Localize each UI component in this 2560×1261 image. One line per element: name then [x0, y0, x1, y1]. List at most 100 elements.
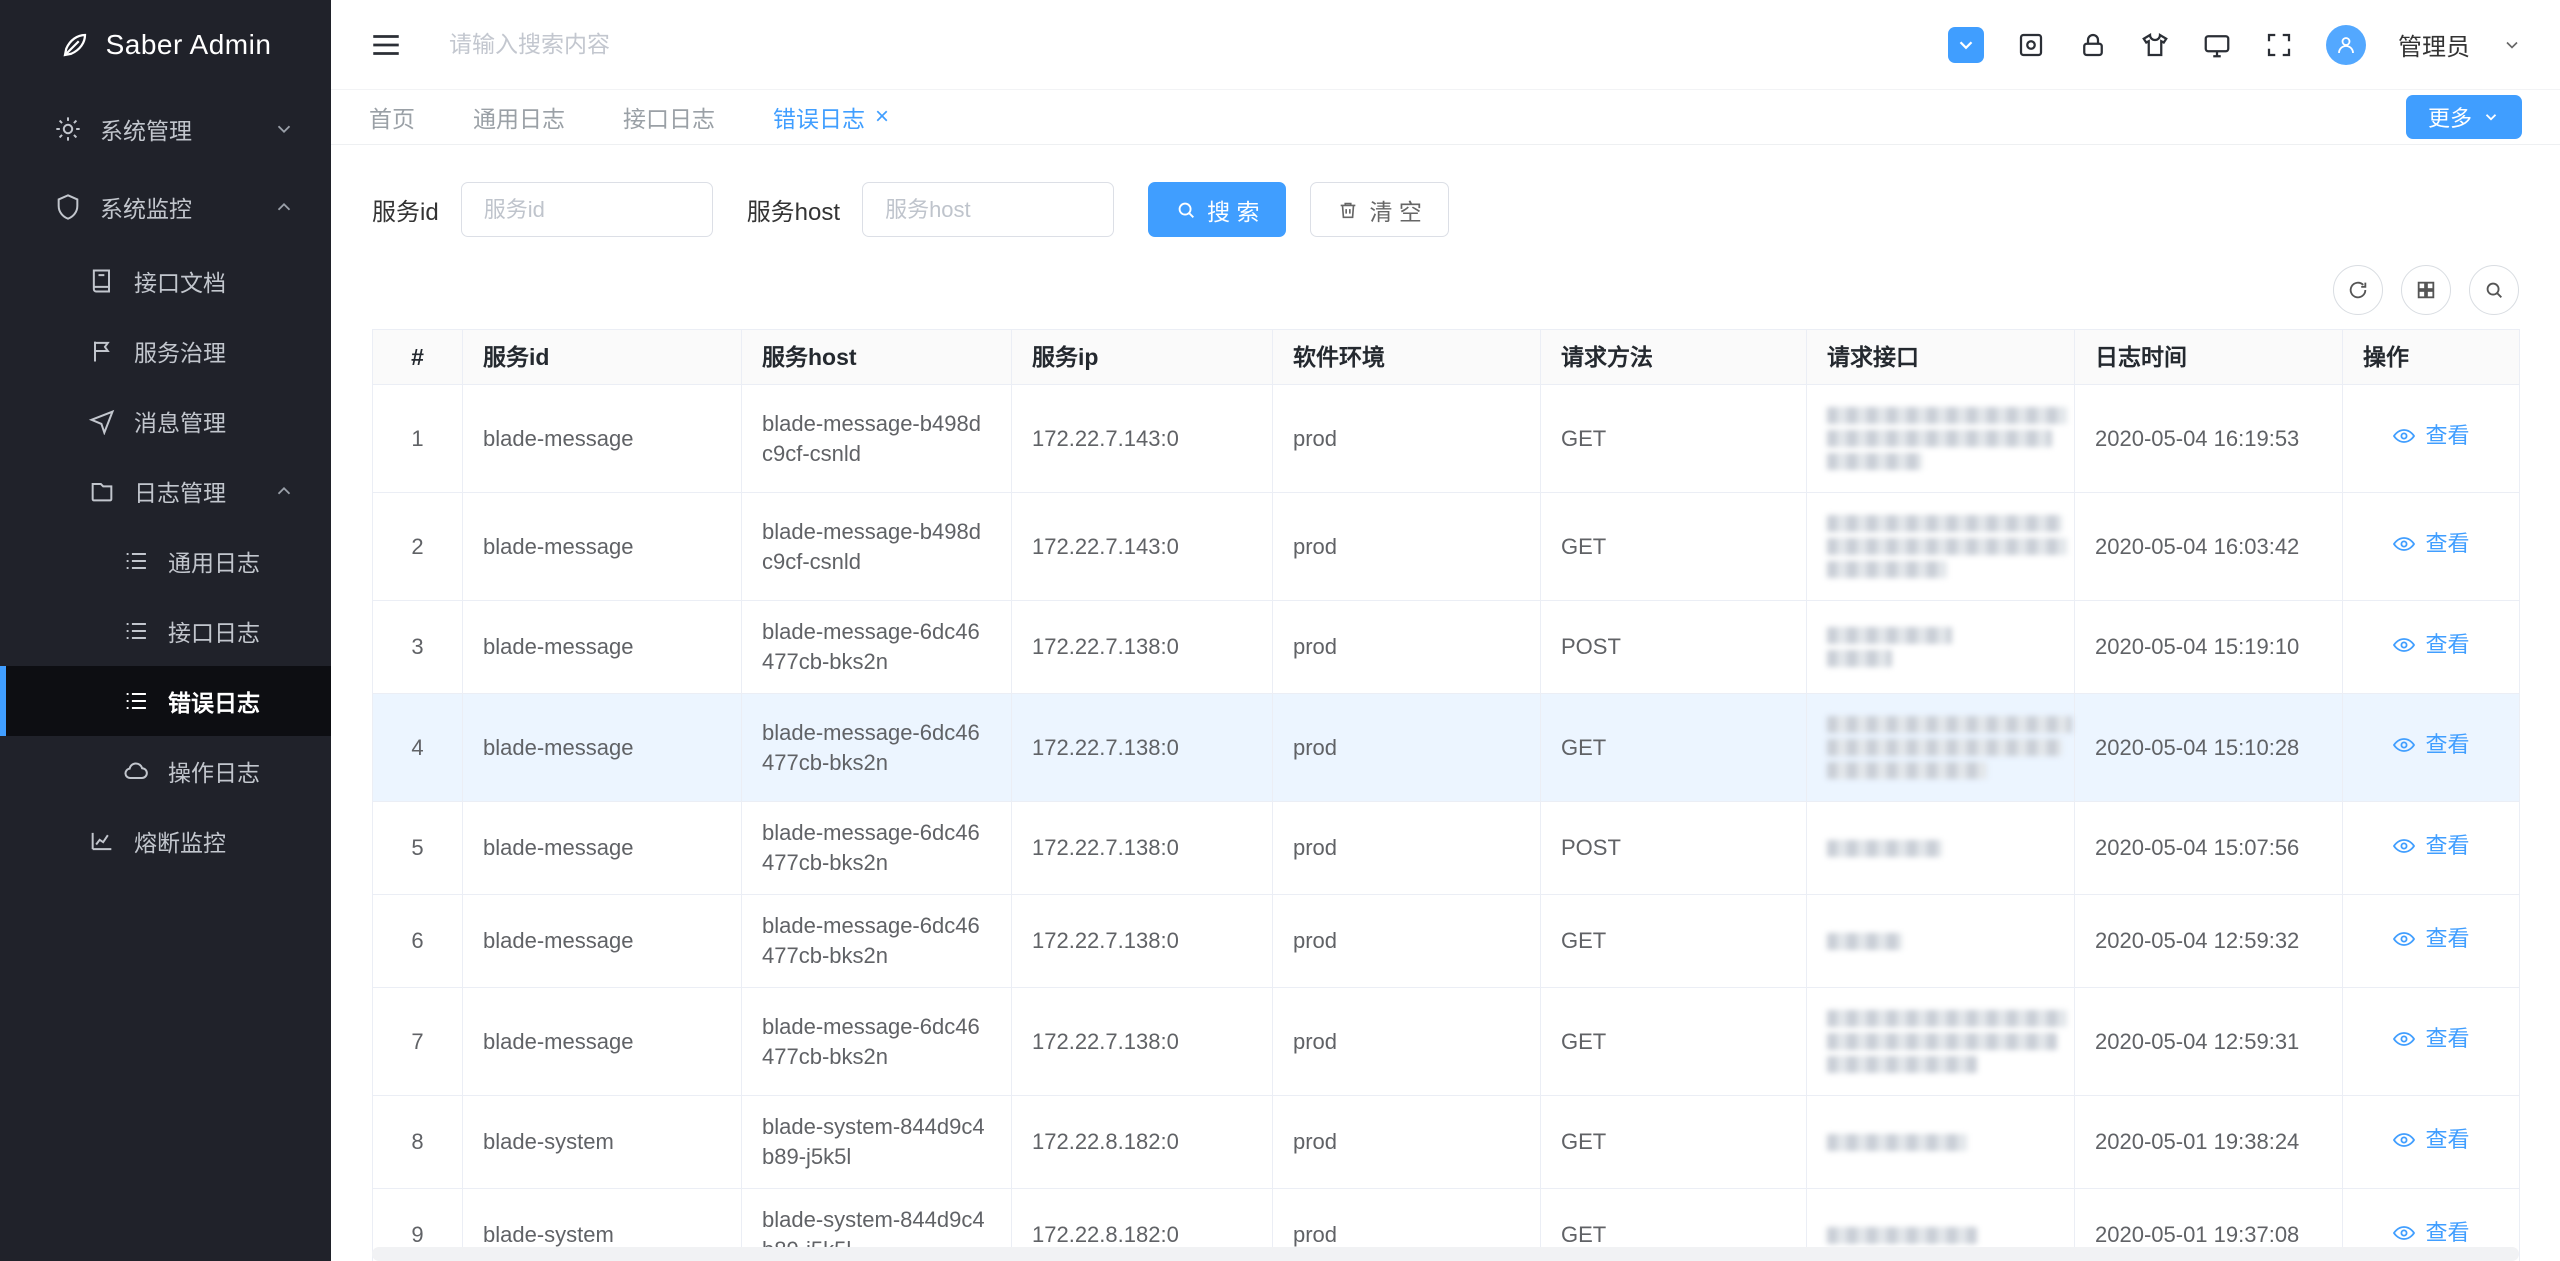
- search-toggle-button[interactable]: [2469, 265, 2519, 315]
- redacted-content: [1827, 453, 1922, 470]
- sidebar-item-label: 日志管理: [134, 474, 226, 508]
- horizontal-scrollbar[interactable]: [372, 1247, 2519, 1261]
- view-link[interactable]: 查看: [2392, 924, 2469, 954]
- table-cell: blade-message-6dc46477cb-bks2n: [742, 988, 1012, 1096]
- sidebar-item-9[interactable]: 错误日志: [0, 666, 331, 736]
- column-header: 服务id: [463, 330, 742, 385]
- table-cell: blade-message-b498dc9cf-csnld: [742, 385, 1012, 493]
- table-cell: prod: [1273, 802, 1541, 895]
- clear-button[interactable]: 清 空: [1310, 182, 1448, 237]
- redacted-content: [1827, 716, 2072, 733]
- table-row[interactable]: 6blade-messageblade-message-6dc46477cb-b…: [373, 895, 2520, 988]
- user-name[interactable]: 管理员: [2398, 27, 2470, 62]
- dropdown-badge-icon[interactable]: [1948, 27, 1984, 63]
- table-row[interactable]: 4blade-messageblade-message-6dc46477cb-b…: [373, 694, 2520, 802]
- redacted-content: [1827, 430, 2052, 447]
- topbar-actions: 管理员: [1948, 25, 2522, 65]
- table-row[interactable]: 3blade-messageblade-message-6dc46477cb-b…: [373, 601, 2520, 694]
- table-row[interactable]: 2blade-messageblade-message-b498dc9cf-cs…: [373, 493, 2520, 601]
- trash-icon: [1337, 199, 1359, 221]
- sidebar-item-label: 操作日志: [168, 754, 260, 788]
- search-input[interactable]: [449, 31, 889, 58]
- actions-cell: 查看: [2343, 694, 2520, 802]
- sidebar-item-11[interactable]: 熔断监控: [0, 806, 331, 876]
- view-link[interactable]: 查看: [2392, 1218, 2469, 1248]
- tab-close-icon[interactable]: ×: [875, 105, 889, 129]
- avatar[interactable]: [2326, 25, 2366, 65]
- column-settings-button[interactable]: [2401, 265, 2451, 315]
- app-logo[interactable]: Saber Admin: [0, 0, 331, 90]
- sidebar-item-3[interactable]: 接口文档: [0, 246, 331, 316]
- table-row[interactable]: 7blade-messageblade-message-6dc46477cb-b…: [373, 988, 2520, 1096]
- chart-icon: [88, 827, 116, 855]
- sidebar: Saber Admin 系统管理系统监控接口文档服务治理消息管理日志管理通用日志…: [0, 0, 331, 1261]
- column-header: #: [373, 330, 463, 385]
- list-icon: [122, 547, 150, 575]
- tab-1[interactable]: 首页: [369, 100, 415, 134]
- view-link[interactable]: 查看: [2392, 1125, 2469, 1155]
- table-row[interactable]: 8blade-systemblade-system-844d9c4b89-j5k…: [373, 1096, 2520, 1189]
- pen-icon: [60, 30, 90, 60]
- sidebar-item-5[interactable]: 消息管理: [0, 386, 331, 456]
- tabs-list: 首页 通用日志 接口日志 错误日志×: [369, 100, 947, 134]
- refresh-button[interactable]: [2333, 265, 2383, 315]
- more-button[interactable]: 更多: [2406, 95, 2522, 139]
- table-row[interactable]: 1blade-messageblade-message-b498dc9cf-cs…: [373, 385, 2520, 493]
- redacted-content: [1827, 627, 1952, 644]
- service-host-input[interactable]: [862, 182, 1114, 237]
- sidebar-item-2[interactable]: 系统监控: [0, 168, 331, 246]
- search-button[interactable]: 搜 索: [1148, 182, 1286, 237]
- view-link[interactable]: 查看: [2392, 730, 2469, 760]
- chevron-up-icon: [273, 480, 295, 502]
- sidebar-item-1[interactable]: 系统管理: [0, 90, 331, 168]
- table-cell: 3: [373, 601, 463, 694]
- view-link[interactable]: 查看: [2392, 630, 2469, 660]
- sidebar-item-4[interactable]: 服务治理: [0, 316, 331, 386]
- tab-label: 通用日志: [473, 100, 565, 134]
- view-link[interactable]: 查看: [2392, 1024, 2469, 1054]
- hamburger-menu-icon[interactable]: [369, 28, 403, 62]
- theme-icon[interactable]: [2140, 30, 2170, 60]
- table-cell: blade-message: [463, 385, 742, 493]
- table-cell: POST: [1541, 601, 1807, 694]
- monitor-icon[interactable]: [2202, 30, 2232, 60]
- table-cell: 172.22.7.138:0: [1012, 601, 1273, 694]
- table-cell: prod: [1273, 895, 1541, 988]
- sidebar-item-8[interactable]: 接口日志: [0, 596, 331, 666]
- view-link[interactable]: 查看: [2392, 421, 2469, 451]
- column-header: 请求方法: [1541, 330, 1807, 385]
- table-cell: prod: [1273, 601, 1541, 694]
- sidebar-item-7[interactable]: 通用日志: [0, 526, 331, 596]
- shield-icon: [54, 193, 82, 221]
- table-cell: blade-message-6dc46477cb-bks2n: [742, 601, 1012, 694]
- table-cell: POST: [1541, 802, 1807, 895]
- tab-3[interactable]: 接口日志: [623, 100, 715, 134]
- table-cell: 1: [373, 385, 463, 493]
- table-cell: 2020-05-01 19:38:24: [2075, 1096, 2343, 1189]
- sidebar-item-label: 系统监控: [100, 190, 192, 224]
- table-cell: 172.22.7.138:0: [1012, 895, 1273, 988]
- tab-2[interactable]: 通用日志: [473, 100, 565, 134]
- table-cell: blade-message: [463, 895, 742, 988]
- table-cell: 2: [373, 493, 463, 601]
- view-link[interactable]: 查看: [2392, 831, 2469, 861]
- fullscreen-icon[interactable]: [2264, 30, 2294, 60]
- view-link[interactable]: 查看: [2392, 529, 2469, 559]
- send-icon: [88, 407, 116, 435]
- view-link-label: 查看: [2425, 1024, 2469, 1054]
- table-row[interactable]: 5blade-messageblade-message-6dc46477cb-b…: [373, 802, 2520, 895]
- lock-icon[interactable]: [2078, 30, 2108, 60]
- sidebar-item-10[interactable]: 操作日志: [0, 736, 331, 806]
- chevron-down-icon[interactable]: [2502, 35, 2522, 55]
- column-header: 服务ip: [1012, 330, 1273, 385]
- sidebar-item-6[interactable]: 日志管理: [0, 456, 331, 526]
- filter-form: 服务id 服务host 搜 索 清 空: [372, 182, 2519, 237]
- table-cell: prod: [1273, 493, 1541, 601]
- service-id-input[interactable]: [461, 182, 713, 237]
- table-cell: 2020-05-04 16:03:42: [2075, 493, 2343, 601]
- table-cell: 8: [373, 1096, 463, 1189]
- redacted-content: [1827, 650, 1892, 667]
- tab-4[interactable]: 错误日志×: [773, 100, 889, 134]
- topbar: 管理员: [331, 0, 2560, 90]
- screenshot-icon[interactable]: [2016, 30, 2046, 60]
